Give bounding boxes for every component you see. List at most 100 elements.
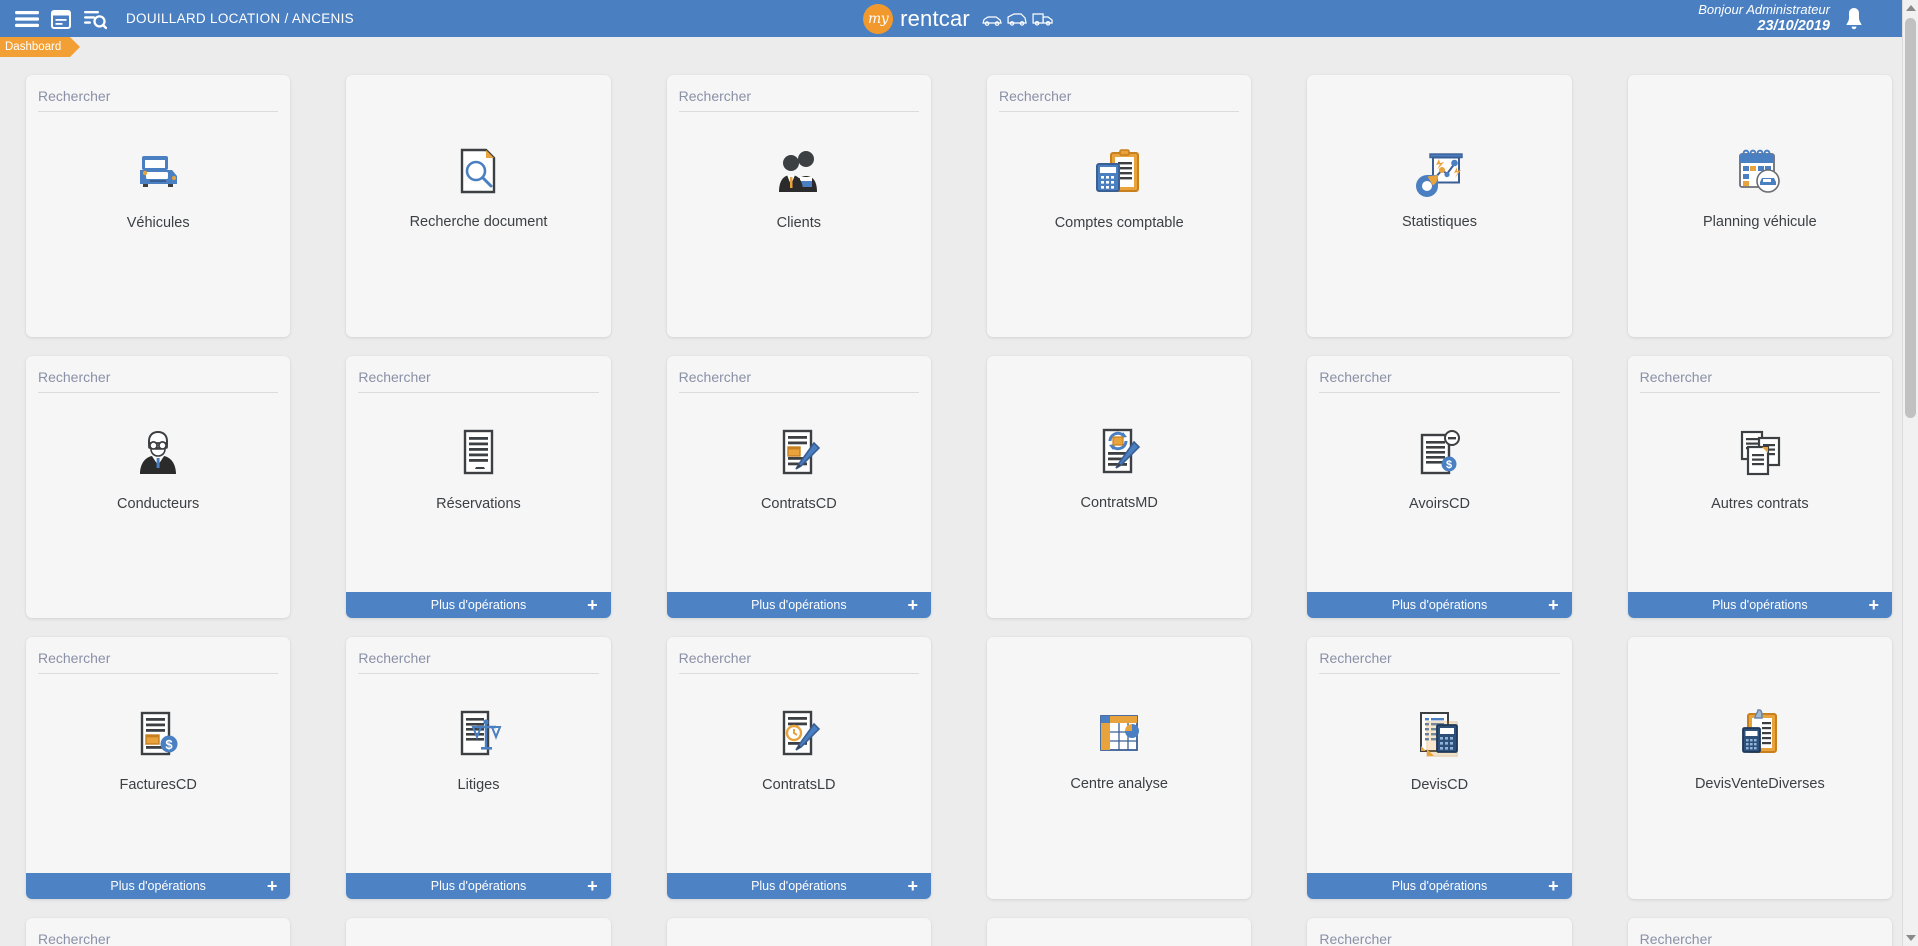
more-operations-button[interactable]: Plus d'opérations + [1627,592,1892,618]
svg-text:$: $ [166,737,174,752]
card-body: Planning véhicule [1628,75,1892,337]
search-list-icon[interactable] [78,4,112,34]
card-body: Litiges [346,674,610,899]
dashboard-card[interactable]: DevisVenteDiverses [1627,637,1892,899]
card-body: Réservations [346,393,610,618]
plus-icon: + [587,595,598,615]
search-input[interactable] [1319,931,1560,946]
dashboard-card[interactable]: ContratsMD [987,356,1252,618]
card-label: ContratsLD [762,777,836,793]
dashboard-card[interactable]: Planning véhicule [1627,75,1892,337]
dashboard-card[interactable]: Conducteurs [26,356,291,618]
search-input[interactable] [999,88,1240,104]
multiple-documents-icon [1734,427,1786,479]
more-operations-button[interactable]: Plus d'opérations + [26,873,291,899]
search-input[interactable] [1319,369,1560,385]
dashboard-card[interactable]: ContratsCD Plus d'opérations + [666,356,931,618]
card-label: ContratsCD [760,496,837,512]
search-input[interactable] [38,931,279,946]
search-input[interactable] [358,650,599,666]
search-input[interactable] [1319,650,1560,666]
scroll-down-arrow-icon[interactable] [1903,930,1918,946]
car-outline-icon [982,16,1002,26]
dashboard-card[interactable] [26,918,291,946]
brand-mark: my [863,3,894,34]
dashboard-card[interactable]: Clients [666,75,931,337]
search-input[interactable] [678,88,919,104]
greeting-text-block: Bonjour Administrateur 23/10/2019 [1698,2,1830,34]
dashboard-card[interactable]: Véhicules [26,75,291,337]
bell-notification-icon[interactable] [1842,6,1866,32]
more-operations-label: Plus d'opérations [110,879,206,893]
calendar-icon[interactable] [44,4,78,34]
dashboard-card[interactable] [666,918,931,946]
card-body: DevisCD [1307,674,1571,899]
card-body: Comptes comptable [987,112,1251,337]
brand-vehicle-icons [981,11,1055,26]
dashboard-card[interactable]: Comptes comptable [987,75,1252,337]
car-front-icon [132,146,184,198]
card-search-wrap [1319,650,1560,674]
search-input[interactable] [678,369,919,385]
card-label: DevisCD [1410,777,1469,793]
card-search-wrap [1639,369,1880,393]
more-operations-label: Plus d'opérations [430,879,527,893]
dashboard-card[interactable]: $ AvoirsCDPlus d'opérations+ [1307,356,1572,618]
more-operations-button[interactable]: Plus d'opérations + [346,873,611,899]
invoice-dollar-icon: $ [132,708,184,760]
card-search-wrap [1319,931,1560,946]
card-label: Recherche document [409,214,548,230]
svg-text:$: $ [1446,459,1452,471]
presentation-chart-icon [1413,145,1465,197]
more-operations-label: Plus d'opérations [430,598,527,612]
more-operations-button[interactable]: Plus d'opérations + [346,592,611,618]
plus-icon: + [907,595,918,615]
search-input[interactable] [38,650,279,666]
dashboard-card[interactable]: Autres contrats Plus d'opérations + [1627,356,1892,618]
card-search-wrap [678,369,919,393]
card-search-wrap [678,650,919,674]
card-body: ContratsLD [667,674,931,899]
plus-icon: + [907,876,918,896]
search-input[interactable] [678,650,919,666]
clipboard-calculator-icon [1093,146,1145,198]
more-operations-button[interactable]: Plus d'opérations + [1307,592,1572,618]
card-body: DevisVenteDiverses [1628,637,1892,899]
breadcrumb[interactable]: Dashboard [0,37,81,57]
search-input[interactable] [38,88,279,104]
top-app-bar: DOUILLARD LOCATION / ANCENIS my rentcar [0,0,1918,37]
hamburger-menu-icon[interactable] [10,4,44,34]
page-scrollbar[interactable] [1902,0,1918,946]
search-input[interactable] [1639,369,1880,385]
dashboard-card[interactable]: ContratsLD Plus d'opérations + [666,637,931,899]
scrollbar-thumb[interactable] [1905,18,1916,418]
card-search-wrap [38,369,279,393]
dashboard-card[interactable] [346,918,611,946]
dashboard-card[interactable] [1627,918,1892,946]
dashboard-card[interactable]: DevisCD Plus d'opérations + [1307,637,1572,899]
scroll-up-arrow-icon[interactable] [1903,0,1918,16]
dashboard-card[interactable]: Statistiques [1307,75,1572,337]
more-operations-label: Plus d'opérations [1391,879,1488,893]
search-input[interactable] [1639,931,1880,946]
card-label: DevisVenteDiverses [1694,776,1825,792]
dashboard-card[interactable] [1307,918,1572,946]
more-operations-button[interactable]: Plus d'opérations + [666,592,931,618]
dashboard-card[interactable]: Réservations Plus d'opérations + [346,356,611,618]
search-input[interactable] [358,369,599,385]
card-label: Comptes comptable [1054,215,1184,231]
more-operations-button[interactable]: Plus d'opérations + [1307,873,1572,899]
card-search-wrap [38,650,279,674]
card-body: $ FacturesCD [26,674,290,899]
card-label: FacturesCD [119,777,197,793]
user-greeting-area: Bonjour Administrateur 23/10/2019 [1698,0,1866,37]
search-input[interactable] [38,369,279,385]
dashboard-card[interactable]: $ FacturesCDPlus d'opérations+ [26,637,291,899]
dashboard-card[interactable]: Recherche document [346,75,611,337]
more-operations-label: Plus d'opérations [751,598,847,612]
dashboard-card[interactable]: Litiges Plus d'opérations + [346,637,611,899]
dashboard-card[interactable]: Centre analyse [987,637,1252,899]
more-operations-button[interactable]: Plus d'opérations + [666,873,931,899]
dashboard-card[interactable] [987,918,1252,946]
plus-icon: + [1548,876,1559,896]
